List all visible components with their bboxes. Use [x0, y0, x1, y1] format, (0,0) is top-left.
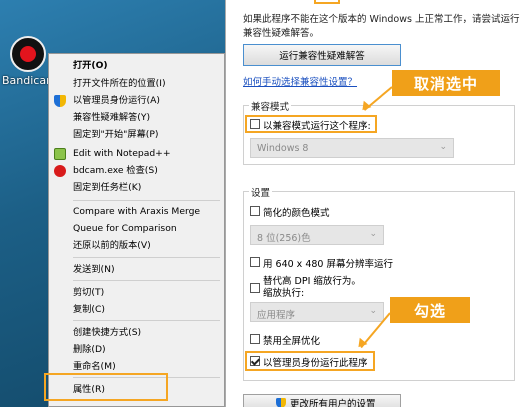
menu-item-cut[interactable]: 剪切(T) — [73, 287, 104, 299]
menu-item-create-shortcut[interactable]: 创建快捷方式(S) — [73, 327, 141, 339]
menu-item-send-to[interactable]: 发送到(N) — [73, 264, 115, 276]
intro-text: 如果此程序不能在这个版本的 Windows 上正常工作，请尝试运行兼容性疑难解答… — [243, 14, 520, 39]
chevron-down-icon: ⌄ — [369, 229, 377, 239]
change-all-users-button[interactable]: 更改所有用户的设置 — [243, 394, 401, 407]
high-dpi-label: 替代高 DPI 缩放行为。 缩放执行: — [263, 276, 361, 300]
color-depth-select[interactable]: 8 位(256)色 ⌄ — [250, 225, 384, 245]
dpi-scaling-value: 应用程序 — [257, 310, 296, 321]
chevron-down-icon: ⌄ — [439, 142, 447, 152]
menu-item-delete[interactable]: 删除(D) — [73, 344, 106, 356]
menu-separator — [73, 280, 220, 281]
antivirus-icon — [54, 165, 66, 177]
menu-item-run-as-admin[interactable]: 以管理员身份运行(A) — [73, 95, 160, 107]
color-depth-value: 8 位(256)色 — [257, 233, 311, 244]
menu-item-araxis-compare[interactable]: Compare with Araxis Merge — [73, 206, 200, 218]
record-dot-icon — [20, 46, 36, 62]
uac-shield-icon — [276, 398, 286, 407]
dpi-scaling-select[interactable]: 应用程序 ⌄ — [250, 302, 384, 322]
menu-item-pin-start[interactable]: 固定到"开始"屏幕(P) — [73, 129, 158, 141]
change-all-users-label: 更改所有用户的设置 — [290, 399, 376, 407]
high-dpi-row[interactable]: 替代高 DPI 缩放行为。 缩放执行: — [250, 276, 361, 300]
bandicam-app-icon[interactable] — [10, 36, 46, 72]
settings-title: 设置 — [249, 185, 273, 199]
menu-separator — [73, 200, 220, 201]
check-highlight-box — [245, 351, 375, 371]
compat-tab-highlight — [314, 0, 340, 4]
res-640-checkbox[interactable] — [250, 257, 260, 267]
reduced-color-label: 简化的颜色模式 — [263, 208, 330, 219]
uncheck-highlight-box — [245, 115, 377, 133]
menu-item-compat-troubleshoot[interactable]: 兼容性疑难解答(Y) — [73, 112, 150, 124]
high-dpi-label-line2: 缩放执行: — [263, 288, 305, 299]
res-640-label: 用 640 x 480 屏幕分辨率运行 — [263, 259, 393, 270]
check-callout: 勾选 — [390, 297, 470, 323]
high-dpi-checkbox[interactable] — [250, 283, 260, 293]
context-menu: 打开(O) 打开文件所在的位置(I) 以管理员身份运行(A) 兼容性疑难解答(Y… — [48, 53, 225, 407]
uncheck-callout: 取消选中 — [392, 70, 500, 96]
os-version-value: Windows 8 — [257, 143, 309, 154]
menu-item-restore-versions[interactable]: 还原以前的版本(V) — [73, 240, 151, 252]
menu-item-edit-notepadpp[interactable]: Edit with Notepad++ — [73, 148, 171, 160]
menu-item-queue-compare[interactable]: Queue for Comparison — [73, 223, 177, 235]
reduced-color-checkbox[interactable] — [250, 206, 260, 216]
menu-separator — [73, 320, 220, 321]
disable-fullscreen-label: 禁用全屏优化 — [263, 336, 321, 347]
high-dpi-label-line1: 替代高 DPI 缩放行为。 — [263, 276, 361, 287]
manual-compat-link[interactable]: 如何手动选择兼容性设置？ — [243, 74, 357, 88]
os-version-select[interactable]: Windows 8 ⌄ — [250, 138, 454, 158]
compat-mode-title: 兼容模式 — [249, 99, 292, 113]
menu-item-scan[interactable]: bdcam.exe 检查(S) — [73, 165, 158, 177]
menu-item-copy[interactable]: 复制(C) — [73, 304, 105, 316]
properties-highlight-box — [44, 373, 168, 401]
menu-item-pin-taskbar[interactable]: 固定到任务栏(K) — [73, 182, 141, 194]
chevron-down-icon: ⌄ — [369, 306, 377, 316]
uac-shield-icon — [54, 95, 66, 107]
disable-fullscreen-checkbox[interactable] — [250, 334, 260, 344]
menu-item-open[interactable]: 打开(O) — [73, 60, 108, 72]
run-troubleshooter-button[interactable]: 运行兼容性疑难解答 — [243, 44, 401, 66]
notepad-plus-plus-icon — [54, 148, 66, 160]
menu-separator — [73, 257, 220, 258]
menu-item-rename[interactable]: 重命名(M) — [73, 361, 116, 373]
res-640-row[interactable]: 用 640 x 480 屏幕分辨率运行 — [250, 256, 393, 270]
menu-item-open-location[interactable]: 打开文件所在的位置(I) — [73, 78, 166, 90]
reduced-color-row[interactable]: 简化的颜色模式 — [250, 205, 330, 219]
disable-fullscreen-row[interactable]: 禁用全屏优化 — [250, 333, 320, 347]
